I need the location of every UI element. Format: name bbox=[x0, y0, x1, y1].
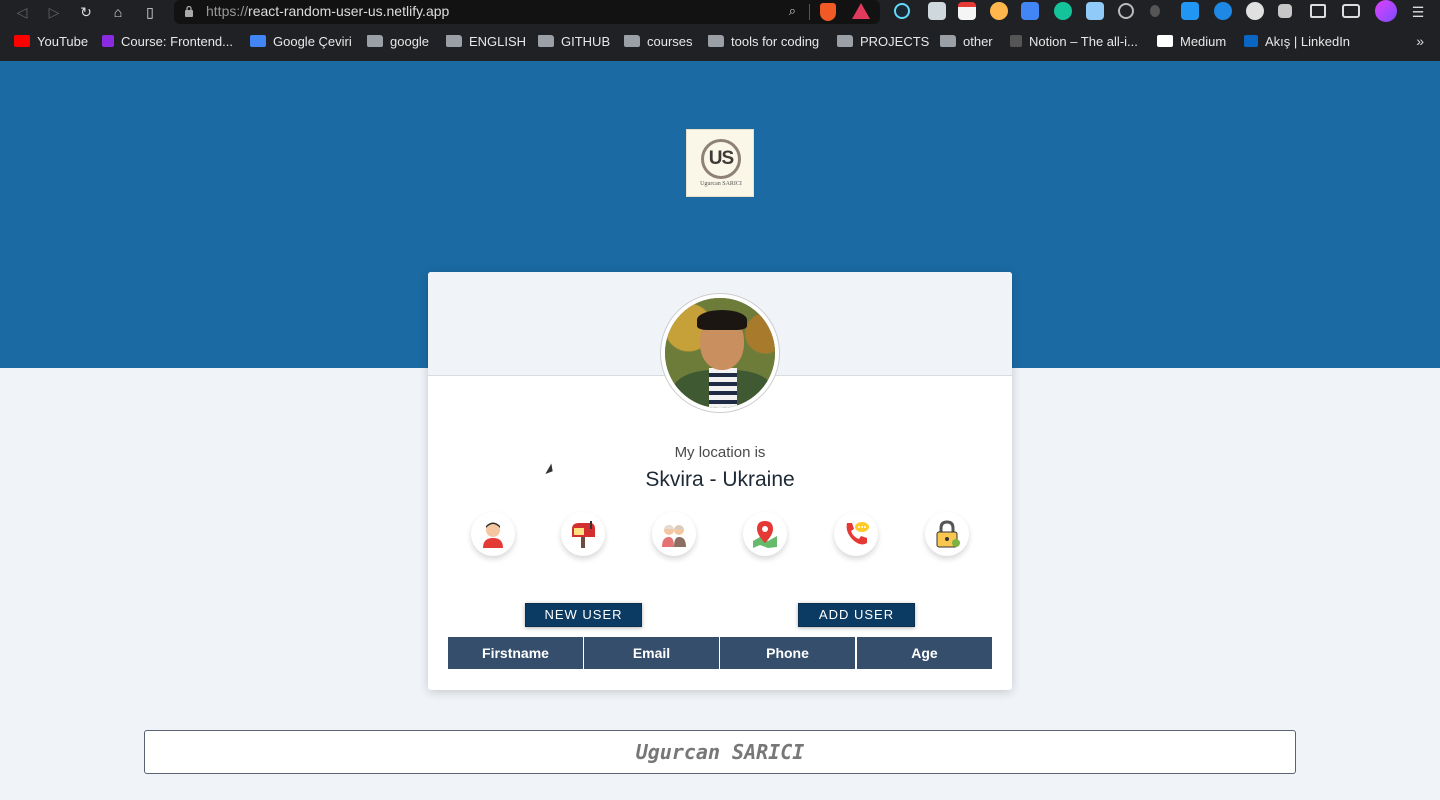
google-translate-icon bbox=[250, 35, 266, 47]
info-value: Skvira - Ukraine bbox=[645, 468, 795, 491]
folder-icon bbox=[837, 35, 853, 47]
back-icon[interactable]: ◁ bbox=[12, 2, 32, 22]
mailbox-icon bbox=[572, 521, 595, 548]
youtube-icon bbox=[14, 35, 30, 47]
location-button[interactable] bbox=[743, 512, 787, 556]
padlock-icon bbox=[936, 520, 960, 548]
logo-text: US bbox=[708, 148, 734, 169]
bookmark-google-translate[interactable]: Google Çeviri bbox=[250, 33, 352, 51]
phone-icon bbox=[846, 522, 869, 545]
column-header-email: Email bbox=[584, 637, 719, 669]
new-user-button[interactable]: NEW USER bbox=[525, 603, 642, 627]
user-icon bbox=[483, 522, 503, 548]
folder-icon bbox=[367, 35, 383, 47]
folder-icon bbox=[624, 35, 640, 47]
bookmark-notion[interactable]: Notion – The all-i... bbox=[1010, 33, 1138, 51]
bookmark-course[interactable]: Course: Frontend... bbox=[102, 33, 233, 51]
extension-translate-icon[interactable] bbox=[1021, 2, 1039, 20]
info-label: My location is bbox=[674, 444, 766, 461]
extension-calendar-icon[interactable] bbox=[958, 2, 976, 20]
url-text: https://react-random-user-us.netlify.app bbox=[206, 3, 450, 19]
add-user-button[interactable]: ADD USER bbox=[798, 603, 915, 627]
extension-circle-icon[interactable] bbox=[1214, 2, 1232, 20]
column-header-firstname: Firstname bbox=[448, 637, 583, 669]
browser-chrome: ◁ ▷ ↻ ⌂ ▯ https://react-random-user-us.n… bbox=[0, 0, 1440, 61]
bookmark-folder-google[interactable]: google bbox=[367, 33, 429, 51]
brave-rewards-icon[interactable] bbox=[852, 3, 870, 19]
home-icon[interactable]: ⌂ bbox=[108, 2, 128, 22]
bookmark-icon[interactable]: ▯ bbox=[140, 2, 160, 22]
extension-owl-icon[interactable] bbox=[990, 2, 1008, 20]
brave-shield-icon[interactable] bbox=[820, 3, 836, 21]
notion-icon bbox=[1010, 35, 1022, 47]
linkedin-icon bbox=[1244, 35, 1258, 47]
extension-dot-icon[interactable] bbox=[1150, 5, 1160, 17]
extensions-puzzle-icon[interactable] bbox=[1278, 4, 1292, 18]
sidebar-icon[interactable] bbox=[1310, 4, 1326, 18]
column-header-phone: Phone bbox=[720, 637, 855, 669]
reload-icon[interactable]: ↻ bbox=[76, 2, 96, 22]
bookmark-youtube[interactable]: YouTube bbox=[14, 33, 88, 51]
react-devtools-icon[interactable] bbox=[894, 3, 910, 19]
forward-icon[interactable]: ▷ bbox=[44, 2, 64, 22]
zoom-icon[interactable]: ⌕ bbox=[789, 3, 796, 19]
extension-compass-icon[interactable] bbox=[1118, 3, 1134, 19]
lock-icon bbox=[185, 6, 193, 17]
grammarly-icon[interactable] bbox=[1054, 2, 1072, 20]
name-button[interactable] bbox=[471, 512, 515, 556]
users-table-header: Firstname Email Phone Age bbox=[448, 637, 992, 669]
user-avatar bbox=[661, 294, 779, 412]
wallet-icon[interactable] bbox=[1342, 4, 1360, 18]
bookmark-medium[interactable]: Medium bbox=[1157, 33, 1226, 51]
extension-docs-icon[interactable] bbox=[1086, 2, 1104, 20]
bookmarks-bar: YouTube Course: Frontend... Google Çevir… bbox=[0, 30, 1440, 54]
password-button[interactable] bbox=[925, 512, 969, 556]
folder-icon bbox=[708, 35, 724, 47]
phone-button[interactable] bbox=[834, 512, 878, 556]
logo-name: Ugurcan SARICI bbox=[700, 181, 742, 187]
map-pin-icon bbox=[753, 521, 777, 548]
bookmark-folder-github[interactable]: GITHUB bbox=[538, 33, 610, 51]
browser-toolbar: ◁ ▷ ↻ ⌂ ▯ https://react-random-user-us.n… bbox=[0, 0, 1440, 24]
folder-icon bbox=[446, 35, 462, 47]
email-button[interactable] bbox=[561, 512, 605, 556]
elderly-couple-icon bbox=[662, 525, 686, 547]
bookmark-folder-english[interactable]: ENGLISH bbox=[446, 33, 526, 51]
bookmark-folder-tools[interactable]: tools for coding bbox=[708, 33, 819, 51]
avatar-shirt bbox=[709, 368, 737, 408]
bookmarks-more-button[interactable]: » bbox=[1416, 33, 1424, 49]
bookmark-folder-other[interactable]: other bbox=[940, 33, 993, 51]
profile-avatar-icon[interactable] bbox=[1375, 0, 1397, 22]
column-header-age: Age bbox=[857, 637, 992, 669]
menu-icon[interactable]: ☰ bbox=[1408, 2, 1428, 22]
bookmark-folder-projects[interactable]: PROJECTS bbox=[837, 33, 929, 51]
download-icon[interactable] bbox=[1181, 2, 1199, 20]
bookmark-folder-courses[interactable]: courses bbox=[624, 33, 693, 51]
bookmark-linkedin[interactable]: Akış | LinkedIn bbox=[1244, 33, 1350, 51]
address-bar[interactable]: https://react-random-user-us.netlify.app… bbox=[174, 0, 880, 24]
medium-icon bbox=[1157, 35, 1173, 47]
extension-pen-icon[interactable] bbox=[928, 2, 946, 20]
extension-clock-icon[interactable] bbox=[1246, 2, 1264, 20]
course-icon bbox=[102, 35, 114, 47]
divider bbox=[809, 4, 810, 20]
age-button[interactable] bbox=[652, 512, 696, 556]
site-logo: US Ugurcan SARICI bbox=[686, 129, 754, 197]
user-card: My location is Skvira - Ukraine NEW USER… bbox=[428, 272, 1012, 690]
avatar-hair bbox=[697, 310, 747, 330]
footer-signature: Ugurcan SARICI bbox=[144, 730, 1296, 774]
folder-icon bbox=[940, 35, 956, 47]
folder-icon bbox=[538, 35, 554, 47]
